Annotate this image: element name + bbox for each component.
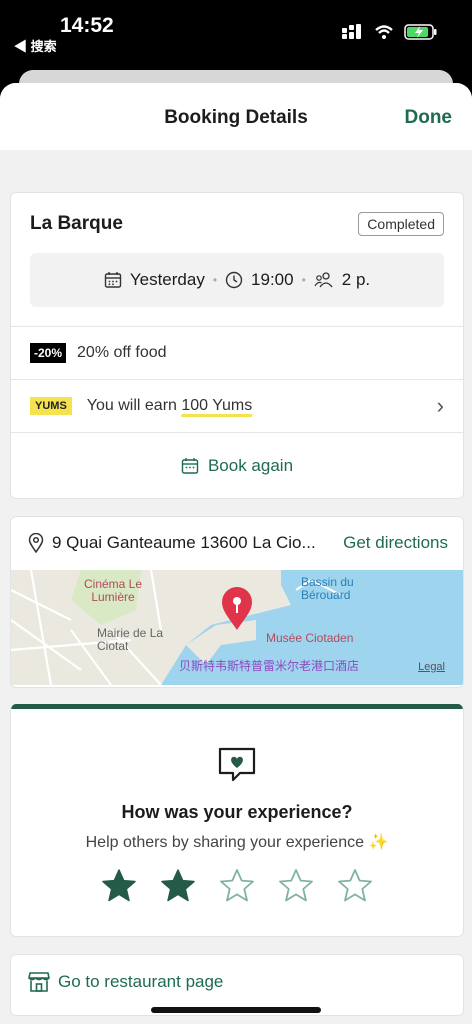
- booking-summary: Yesterday • 19:00 • 2 p.: [30, 253, 444, 307]
- wifi-icon: [375, 25, 393, 39]
- map-label-mairie: Mairie de La Ciotat: [97, 626, 164, 653]
- map-label-basin: Bassin du Bérouard: [301, 575, 354, 602]
- star-rating: [11, 868, 463, 904]
- yums-value: 100 Yums: [181, 397, 253, 414]
- status-bar: 14:52 ◀ 搜索: [0, 0, 472, 80]
- map-label-hotel: 贝斯特韦斯特普雷米尔老港口酒店: [179, 659, 360, 673]
- feedback-accent-bar: [11, 704, 463, 709]
- map-legal-link[interactable]: Legal: [418, 661, 445, 673]
- map-label-cinema: Cinéma Le Lumière: [83, 577, 143, 604]
- discount-tag: -20%: [30, 343, 67, 363]
- signal-icon: [342, 24, 361, 39]
- calendar-icon: [181, 457, 199, 474]
- storefront-icon: [28, 972, 50, 992]
- location-pin-icon: [28, 533, 44, 553]
- star-filled-icon[interactable]: [160, 868, 196, 904]
- discount-row: -20% 20% off food: [11, 326, 463, 379]
- star-empty-icon[interactable]: [337, 868, 373, 904]
- restaurant-name: La Barque: [30, 213, 123, 234]
- yums-prefix: You will earn: [86, 397, 182, 414]
- feedback-title: How was your experience?: [121, 802, 353, 822]
- status-time: 14:52: [60, 14, 114, 37]
- battery-charging-icon: [404, 24, 437, 40]
- address-text: 9 Quai Ganteaume 13600 La Cio...: [52, 533, 316, 552]
- map-marker-icon: [222, 587, 252, 630]
- status-icons: [342, 24, 438, 40]
- get-directions-link[interactable]: Get directions: [343, 533, 448, 553]
- restaurant-page-label: Go to restaurant page: [58, 972, 224, 991]
- yums-tag: YUMS: [30, 397, 72, 415]
- star-empty-icon[interactable]: [278, 868, 314, 904]
- header: Booking Details Done: [0, 83, 472, 150]
- restaurant-page-row: Go to restaurant page: [28, 972, 223, 992]
- clock-icon: [225, 271, 243, 289]
- back-to-search[interactable]: ◀ 搜索: [14, 36, 57, 55]
- calendar-icon: [104, 272, 122, 288]
- heart-message-icon: [218, 747, 256, 782]
- chevron-right-icon: ›: [436, 393, 444, 418]
- book-again-button[interactable]: Book again: [11, 432, 463, 498]
- done-button[interactable]: Done: [405, 107, 453, 129]
- feedback-card: How was your experience? Help others by …: [10, 704, 464, 937]
- star-filled-icon[interactable]: [101, 868, 137, 904]
- map-label-museum: Musée Ciotaden: [266, 631, 354, 645]
- map-view[interactable]: Cinéma Le Lumière Bassin du Bérouard Mus…: [11, 570, 463, 685]
- separator-dot: •: [212, 273, 218, 287]
- discount-text: 20% off food: [77, 344, 167, 361]
- party-size: 2 p.: [341, 270, 371, 289]
- feedback-subtitle: Help others by sharing your experience ✨: [85, 834, 389, 851]
- separator-dot: •: [301, 273, 306, 287]
- star-empty-icon[interactable]: [219, 868, 255, 904]
- home-indicator: [151, 1007, 321, 1013]
- booking-details-sheet: Booking Details Done La Barque Completed…: [0, 83, 472, 1024]
- page-title: Booking Details: [164, 107, 308, 128]
- book-again-label: Book again: [207, 455, 294, 475]
- booking-card: La Barque Completed Yesterday • 19:00 • …: [10, 192, 464, 499]
- address-row: 9 Quai Ganteaume 13600 La Cio... Get dir…: [28, 533, 448, 553]
- location-card: 9 Quai Ganteaume 13600 La Cio... Get dir…: [10, 516, 464, 688]
- status-badge: Completed: [358, 212, 444, 236]
- booking-date: Yesterday: [129, 270, 205, 289]
- yums-row[interactable]: YUMS You will earn 100 Yums ›: [11, 379, 463, 432]
- booking-time: 19:00: [251, 270, 294, 289]
- people-icon: [314, 272, 333, 288]
